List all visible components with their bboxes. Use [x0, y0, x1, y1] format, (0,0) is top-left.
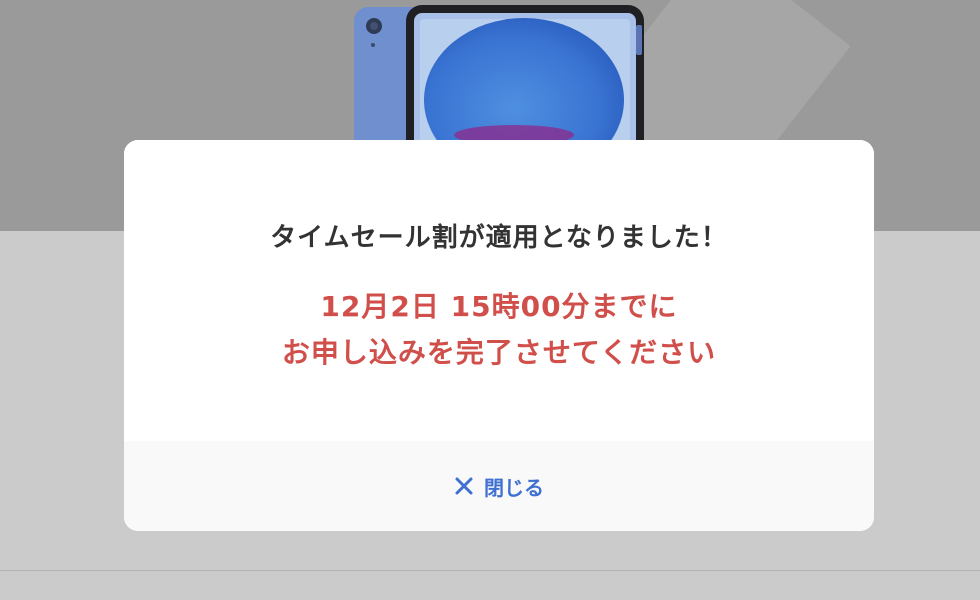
deadline-message: 12月2日 15時00分までに お申し込みを完了させてください [124, 284, 874, 376]
tablet-image [354, 5, 644, 155]
deadline-date: 12月2日 15時00分までに [320, 290, 678, 323]
modal-body: タイムセール割が適用となりました！ 12月2日 15時00分までに お申し込みを… [124, 140, 874, 441]
modal-title: タイムセール割が適用となりました！ [270, 223, 728, 253]
close-icon [455, 477, 473, 495]
page: タイムセール割が適用となりました！ 12月2日 15時00分までに お申し込みを… [0, 0, 980, 600]
divider [0, 570, 980, 571]
modal-footer: 閉じる [124, 441, 874, 531]
close-button-label: 閉じる [484, 475, 544, 500]
close-button[interactable]: 閉じる [444, 466, 554, 507]
time-sale-modal: タイムセール割が適用となりました！ 12月2日 15時00分までに お申し込みを… [124, 140, 874, 531]
deadline-instruction: お申し込みを完了させてください [281, 336, 717, 369]
